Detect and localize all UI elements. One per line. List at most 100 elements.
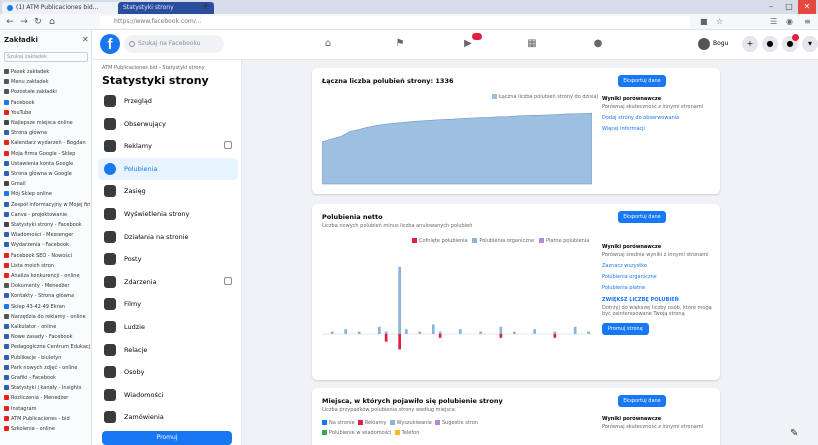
bookmark-item[interactable]: Strona główna w Google: [4, 170, 90, 178]
total-likes-card: Łączna liczba polubień strony: 1336 Eksp…: [312, 68, 720, 194]
export-button[interactable]: Eksportuj dane: [618, 395, 666, 407]
bookmark-item[interactable]: Sklep 43-42-49 Ekran: [4, 303, 90, 311]
nav-item[interactable]: Filmy: [98, 293, 238, 315]
nav-item[interactable]: Zdarzenia: [98, 271, 238, 293]
bookmark-item[interactable]: Strona główna: [4, 129, 90, 137]
nav-item[interactable]: Działania na stronie: [98, 226, 238, 248]
select-all-link[interactable]: Zaznacz wszystko: [602, 263, 712, 269]
facebook-logo[interactable]: f: [100, 34, 120, 54]
messenger-icon[interactable]: ●: [762, 36, 778, 52]
nav-item[interactable]: Relacje: [98, 339, 238, 361]
reload-icon[interactable]: ↻: [32, 16, 44, 28]
bookmark-item[interactable]: Menu zakładek: [4, 78, 90, 86]
bookmark-item[interactable]: Canva - projektowanie: [4, 211, 90, 219]
bookmark-item[interactable]: Wiadomości - Messenger: [4, 231, 90, 239]
bookmark-item[interactable]: Dokumenty - Menedżer: [4, 282, 90, 290]
nav-item[interactable]: Polubienia: [98, 157, 238, 180]
close-icon[interactable]: ✕: [798, 0, 816, 14]
bar-unlike: [384, 334, 388, 342]
bar-organic: [378, 326, 381, 334]
chart-legend: Polubienie w wiadomości Telefon: [322, 430, 419, 436]
bookmark-item[interactable]: Narzędzia do reklamy - online: [4, 313, 90, 321]
bookmark-item[interactable]: Szkolenia - online: [4, 425, 90, 433]
bookmark-item[interactable]: Pasek zakładek: [4, 68, 90, 76]
bookmark-item[interactable]: Facebook: [4, 99, 90, 107]
bookmark-item[interactable]: Kontakty - Strona główna: [4, 292, 90, 300]
bookmark-search-input[interactable]: Szukaj zakładek: [4, 52, 88, 62]
plus-icon[interactable]: +: [742, 36, 758, 52]
edit-icon[interactable]: ✎: [790, 428, 804, 442]
more-info-link[interactable]: Więcej informacji: [602, 126, 712, 132]
bookmark-item[interactable]: Gmail: [4, 180, 90, 188]
bookmark-item[interactable]: Pedagogiczne Centrum Edukacji: [4, 343, 90, 351]
bookmark-item[interactable]: Najlepsze miejsca online: [4, 119, 90, 127]
bookmark-item[interactable]: Zespół informacyjny w Mojej firmie: [4, 201, 90, 209]
nav-item[interactable]: Reklamy: [98, 135, 238, 157]
bookmark-item[interactable]: Statystyki strony - Facebook: [4, 221, 90, 229]
bookmark-icon: [4, 313, 9, 319]
bookmark-item[interactable]: Kalendarz wydarzeń - Bogdan: [4, 139, 90, 147]
maximize-icon[interactable]: □: [780, 0, 798, 14]
nav-item[interactable]: Zasięg: [98, 180, 238, 202]
marketplace-icon[interactable]: ▦: [524, 37, 540, 51]
bookmark-item[interactable]: YouTube: [4, 109, 90, 117]
bookmark-item[interactable]: Rozliczenia - Menedżer: [4, 394, 90, 402]
nav-item[interactable]: Osoby: [98, 361, 238, 383]
bookmark-item[interactable]: Analiza konkurencji - online: [4, 272, 90, 280]
promote-button[interactable]: Promuj: [102, 431, 232, 445]
card-subtitle: Liczba nowych polubień minus liczba anul…: [322, 223, 473, 229]
profile-button[interactable]: Bogu: [696, 36, 736, 52]
add-pages-link[interactable]: Dodaj strony do obserwowania: [602, 115, 712, 121]
bookmark-item[interactable]: Nowe zasady - Facebook: [4, 333, 90, 341]
bookmark-item[interactable]: Wydarzenia - Facebook: [4, 241, 90, 249]
forward-icon[interactable]: →: [18, 16, 30, 28]
bookmark-item[interactable]: Ustawienia konta Google: [4, 160, 90, 168]
bookmark-item[interactable]: Statystyki i kanały - Insights: [4, 384, 90, 392]
bookmark-icon: [4, 283, 9, 289]
nav-item[interactable]: Obserwujący: [98, 113, 238, 135]
home-icon[interactable]: ⌂: [320, 37, 336, 51]
bookmark-icon: [4, 303, 9, 309]
library-icon[interactable]: ☰: [770, 17, 777, 26]
bookmark-item[interactable]: Park nowych zdjęć - online: [4, 364, 90, 372]
bookmark-item[interactable]: Kalkulator - online: [4, 323, 90, 331]
chevron-down-icon[interactable]: ▾: [802, 36, 818, 52]
account-icon[interactable]: ◉: [786, 17, 793, 26]
bookmark-item[interactable]: Publikacje - biuletyn: [4, 354, 90, 362]
bookmark-item[interactable]: Lista moich stron: [4, 262, 90, 270]
bookmark-item[interactable]: Pozostałe zakładki: [4, 88, 90, 96]
new-tab-button[interactable]: +: [200, 1, 212, 13]
extension-icon[interactable]: ■: [700, 17, 708, 26]
minimize-icon[interactable]: –: [762, 0, 780, 14]
export-button[interactable]: Eksportuj dane: [618, 75, 666, 87]
nav-item[interactable]: Zamówienia: [98, 406, 238, 428]
close-icon[interactable]: ✕: [82, 35, 89, 44]
promote-page-button[interactable]: Promuj stronę: [602, 323, 649, 335]
home-icon[interactable]: ⌂: [46, 16, 58, 28]
browser-toolbar: ← → ↻ ⌂ https://www.facebook.com/... ■ ☆…: [0, 14, 818, 30]
bookmark-item[interactable]: ATM Publicaciones - bid: [4, 415, 90, 423]
export-button[interactable]: Eksportuj dane: [618, 211, 666, 223]
groups-icon[interactable]: ●: [590, 37, 606, 51]
menu-icon[interactable]: ≡: [804, 17, 811, 26]
nav-item[interactable]: Posty: [98, 248, 238, 270]
facebook-search-input[interactable]: Szukaj na Facebooku: [124, 35, 224, 53]
bookmark-item[interactable]: Mój Sklep online: [4, 190, 90, 198]
flag-icon[interactable]: ⚑: [392, 37, 408, 51]
nav-item[interactable]: Wiadomości: [98, 384, 238, 406]
bookmark-label: Instagram: [11, 405, 37, 412]
organic-likes-link[interactable]: Polubienia organiczne: [602, 274, 712, 280]
bookmark-item[interactable]: Grafiki - Facebook: [4, 374, 90, 382]
paid-likes-link[interactable]: Polubienia płatne: [602, 285, 712, 291]
back-icon[interactable]: ←: [4, 16, 16, 28]
nav-item[interactable]: Wyświetlenia strony: [98, 203, 238, 225]
bookmark-item[interactable]: Moja firma Google - Sklep: [4, 150, 90, 158]
window-controls: – □ ✕: [762, 0, 818, 14]
star-icon[interactable]: ☆: [716, 17, 723, 26]
breadcrumb[interactable]: ATM Publicaciones bid › Statystyki stron…: [102, 65, 205, 71]
url-bar[interactable]: https://www.facebook.com/...: [100, 16, 690, 28]
bookmark-item[interactable]: Facebook SEO - Nowości: [4, 252, 90, 260]
bookmark-item[interactable]: Instagram: [4, 405, 90, 413]
nav-item[interactable]: Przegląd: [98, 90, 238, 112]
nav-item[interactable]: Ludzie: [98, 316, 238, 338]
